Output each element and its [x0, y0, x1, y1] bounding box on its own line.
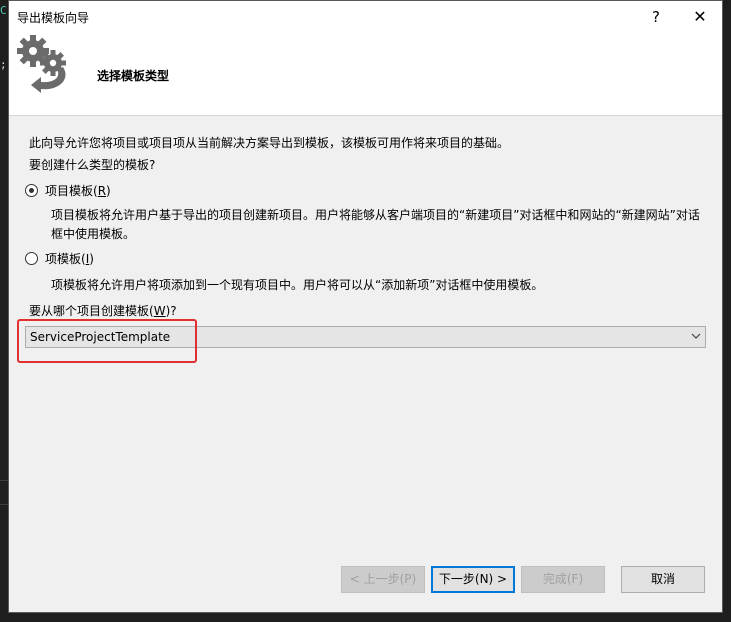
chevron-down-icon[interactable] [691, 331, 701, 341]
item-template-description: 项模板将允许用户将项添加到一个现有项目中。用户将可以从“添加新项”对话框中使用模… [51, 278, 544, 292]
ide-background: C ; [0, 0, 8, 622]
source-project-prompt: 要从哪个项目创建模板(W)? [29, 304, 177, 318]
source-project-dropdown[interactable]: ServiceProjectTemplate [25, 326, 706, 348]
project-template-radio[interactable] [25, 184, 38, 197]
project-template-label[interactable]: 项目模板(R) [45, 182, 111, 199]
source-project-value: ServiceProjectTemplate [30, 330, 171, 344]
ide-divider [0, 504, 8, 505]
gear-arrow-icon [17, 35, 66, 93]
item-template-radio[interactable] [25, 252, 38, 265]
template-type-question: 要创建什么类型的模板? [29, 158, 156, 172]
close-button[interactable]: ✕ [685, 5, 715, 29]
next-button[interactable]: 下一步(N) > [431, 566, 515, 593]
export-template-wizard-dialog: 导出模板向导 ? ✕ 选择模板类型 此向导允许您将项目或项目项从当前解决方案导出… [8, 0, 723, 613]
ide-divider [0, 480, 8, 481]
finish-button[interactable]: 完成(F) [521, 566, 605, 593]
window-title: 导出模板向导 [17, 11, 90, 25]
page-title: 选择模板类型 [97, 69, 170, 83]
item-template-label[interactable]: 项模板(I) [45, 250, 94, 267]
project-template-description: 项目模板将允许用户基于导出的项目创建新项目。用户将能够从客户端项目的“新建项目”… [51, 208, 700, 241]
wizard-content: 此向导允许您将项目或项目项从当前解决方案导出到模板，该模板可用作将来项目的基础。… [9, 116, 722, 614]
intro-text: 此向导允许您将项目或项目项从当前解决方案导出到模板，该模板可用作将来项目的基础。 [29, 136, 510, 150]
title-bar: 导出模板向导 ? ✕ [9, 1, 722, 33]
help-button[interactable]: ? [641, 5, 671, 29]
wizard-header: 选择模板类型 [9, 33, 722, 116]
back-button[interactable]: < 上一步(P) [341, 566, 425, 593]
cancel-button[interactable]: 取消 [621, 566, 705, 593]
ide-code-glyph: ; [0, 58, 7, 71]
ide-code-glyph: C [0, 4, 7, 17]
